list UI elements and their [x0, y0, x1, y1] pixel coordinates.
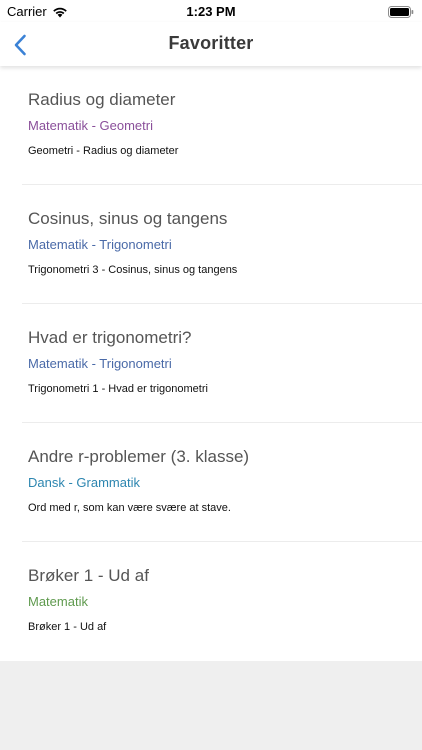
item-title: Cosinus, sinus og tangens: [28, 209, 228, 228]
item-title: Brøker 1 - Ud af: [28, 566, 149, 585]
status-time: 1:23 PM: [186, 4, 236, 19]
battery-icon: [388, 5, 414, 18]
item-description: Brøker 1 - Ud af: [28, 621, 107, 633]
status-bar: Carrier 1:23 PM: [0, 0, 422, 22]
item-description: Trigonometri 3 - Cosinus, sinus og tange…: [28, 264, 238, 276]
list-item[interactable]: Brøker 1 - Ud af Matematik Brøker 1 - Ud…: [22, 542, 422, 660]
item-subject: Dansk - Grammatik: [28, 475, 140, 490]
item-subject: Matematik - Trigonometri: [28, 356, 172, 371]
list-item[interactable]: Radius og diameter Matematik - Geometri …: [22, 66, 422, 185]
item-subject: Matematik - Geometri: [28, 118, 153, 133]
item-title: Radius og diameter: [28, 90, 176, 109]
item-description: Geometri - Radius og diameter: [28, 145, 179, 157]
list-item[interactable]: Andre r-problemer (3. klasse) Dansk - Gr…: [22, 423, 422, 542]
item-title: Hvad er trigonometri?: [28, 328, 192, 347]
item-title: Andre r-problemer (3. klasse): [28, 447, 250, 466]
item-description: Trigonometri 1 - Hvad er trigonometri: [28, 383, 208, 395]
page-title: Favoritter: [168, 33, 254, 53]
navigation-bar: Favoritter: [0, 22, 422, 66]
item-subject: Matematik - Trigonometri: [28, 237, 172, 252]
item-subject: Matematik: [28, 594, 88, 609]
item-description: Ord med r, som kan være svære at stave.: [28, 502, 231, 514]
list-item[interactable]: Hvad er trigonometri? Matematik - Trigon…: [22, 304, 422, 423]
list-item[interactable]: Cosinus, sinus og tangens Matematik - Tr…: [22, 185, 422, 304]
favorites-list: Radius og diameter Matematik - Geometri …: [0, 66, 422, 661]
